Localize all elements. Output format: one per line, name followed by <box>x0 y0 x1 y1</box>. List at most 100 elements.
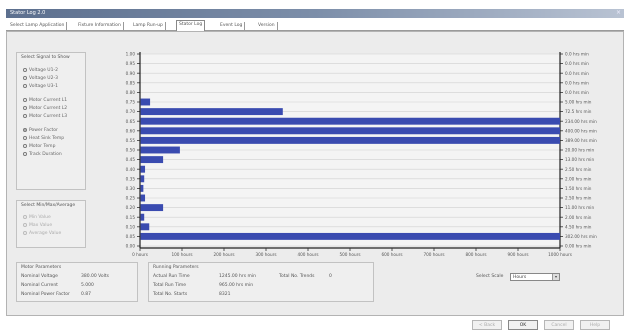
tab-fixture-information[interactable]: Fixture Information <box>76 22 124 31</box>
y-tick-label: 0.25 <box>126 196 136 201</box>
running-params-group: Running Parameters Actual Run Time 1245.… <box>148 262 374 302</box>
bar <box>140 156 164 164</box>
y-tick-label: 0.65 <box>126 119 136 124</box>
radio-label: Motor Current L2 <box>29 105 68 111</box>
actual-run-time-label: Actual Run Time <box>153 274 190 279</box>
right-value-label: 0.0 hrs min <box>565 80 589 85</box>
radio-icon <box>23 223 27 227</box>
cancel-button[interactable]: Cancel <box>544 320 574 330</box>
radio-motor-temp[interactable]: Motor Temp <box>23 143 55 149</box>
ok-button[interactable]: OK <box>508 320 538 330</box>
right-value-label: 0.0 hrs min <box>565 71 589 76</box>
y-tick-label: 0.30 <box>126 186 136 191</box>
bar <box>140 184 144 192</box>
bar <box>140 194 146 202</box>
right-value-label: 302.00 hrs min <box>565 234 597 239</box>
y-tick-label: 0.60 <box>126 128 136 133</box>
right-value-label: 4.50 hrs min <box>565 224 592 229</box>
y-tick-label: 0.45 <box>126 157 136 162</box>
radio-label: Motor Current L3 <box>29 113 68 119</box>
right-value-label: 13.00 hrs min <box>565 157 594 162</box>
radio-label: Motor Temp <box>29 143 56 149</box>
tab-event-log[interactable]: Event Log <box>218 22 246 31</box>
y-tick-label: 0.55 <box>126 138 136 143</box>
radio-motor-current-l1[interactable]: Motor Current L1 <box>23 97 67 103</box>
bar <box>140 223 150 231</box>
nominal-voltage-label: Nominal Voltage <box>21 274 58 279</box>
help-button[interactable]: Help <box>580 320 610 330</box>
radio-icon <box>23 68 27 72</box>
running-params-title: Running Parameters <box>153 265 199 270</box>
right-value-label: 2.50 hrs min <box>565 167 592 172</box>
period-select-group: Select Min/Max/Average Min Value Max Val… <box>16 200 86 248</box>
radio-icon <box>23 84 27 88</box>
radio-icon <box>23 106 27 110</box>
x-tick-label: 500 hours <box>339 252 360 257</box>
period-group-title: Select Min/Max/Average <box>21 203 76 208</box>
radio-icon <box>23 215 27 219</box>
x-tick-label: 400 hours <box>297 252 318 257</box>
nominal-voltage-value: 380.00 Volts <box>81 274 110 279</box>
y-tick-label: 0.35 <box>126 176 136 181</box>
motor-params-group: Motor Parameters Nominal Voltage 380.00 … <box>16 262 138 302</box>
scale-value: Hours <box>513 275 527 280</box>
x-tick-label: 700 hours <box>423 252 444 257</box>
right-value-label: 234.00 hrs min <box>565 119 597 124</box>
motor-params-title: Motor Parameters <box>21 265 62 270</box>
total-run-time-value: 965.00 hrs min <box>219 283 254 288</box>
signal-group-title: Select Signal to Show <box>21 55 70 60</box>
bar <box>140 98 151 106</box>
scale-dropdown[interactable]: Hours ▾ <box>510 273 560 281</box>
footer-bar: < Back OK Cancel Help <box>6 318 624 331</box>
tab-lamp-run-up[interactable]: Lamp Run-up <box>131 22 166 31</box>
nominal-current-label: Nominal Current <box>21 283 58 288</box>
radio-icon <box>23 144 27 148</box>
radio-checked-icon <box>23 128 27 132</box>
right-value-label: 20.00 hrs min <box>565 148 594 153</box>
y-tick-label: 0.80 <box>126 90 136 95</box>
radio-icon <box>23 152 27 156</box>
radio-heat-sink-temp[interactable]: Heat Sink Temp <box>23 135 64 141</box>
radio-max-value[interactable]: Max Value <box>23 222 52 228</box>
radio-icon <box>23 114 27 118</box>
radio-label: Voltage U2-3 <box>29 75 58 81</box>
radio-power-factor[interactable]: Power Factor <box>23 127 58 133</box>
radio-label: Heat Sink Temp <box>29 135 65 141</box>
radio-track-duration[interactable]: Track Duration <box>23 151 62 157</box>
y-tick-label: 1.00 <box>126 52 136 57</box>
radio-label: Average Value <box>29 230 62 236</box>
application-window: Stator Log 2.0 × Select Lamp Application… <box>0 0 628 331</box>
right-value-label: 11.00 hrs min <box>565 205 594 210</box>
back-button[interactable]: < Back <box>472 320 502 330</box>
chevron-down-icon[interactable]: ▾ <box>552 274 559 280</box>
radio-label: Voltage U3-1 <box>29 83 58 89</box>
total-trends-label: Total No. Trends <box>279 274 315 279</box>
y-tick-label: 0.70 <box>126 109 136 114</box>
right-value-label: 389.00 hrs min <box>565 138 597 143</box>
tab-select-lamp-application[interactable]: Select Lamp Application <box>8 22 68 31</box>
bar <box>140 232 560 240</box>
radio-voltage-u1-2[interactable]: Voltage U1-2 <box>23 67 58 73</box>
radio-average-value[interactable]: Average Value <box>23 230 61 236</box>
tab-strip: Select Lamp Application Fixture Informat… <box>6 20 624 31</box>
right-value-label: 400.00 hrs min <box>565 128 597 133</box>
histogram-chart: 1.00 0.0 hrs min 0.95 0.0 hrs min 0.90 0.0 hr… <box>126 52 597 257</box>
total-starts-label: Total No. Starts <box>153 292 188 297</box>
total-trends-value: 0 <box>329 274 332 279</box>
radio-min-value[interactable]: Min Value <box>23 214 51 220</box>
bar <box>140 146 180 154</box>
radio-voltage-u3-1[interactable]: Voltage U3-1 <box>23 83 58 89</box>
nominal-current-value: 5.000 <box>81 283 94 288</box>
title-bar[interactable]: Stator Log 2.0 × <box>6 9 624 18</box>
tab-version[interactable]: Version <box>256 22 278 31</box>
x-tick-label: 200 hours <box>213 252 234 257</box>
radio-motor-current-l3[interactable]: Motor Current L3 <box>23 113 67 119</box>
radio-motor-current-l2[interactable]: Motor Current L2 <box>23 105 67 111</box>
tab-stator-log[interactable]: Stator Log <box>176 20 206 31</box>
right-value-label: 0.00 hrs min <box>565 244 592 249</box>
radio-voltage-u2-3[interactable]: Voltage U2-3 <box>23 75 58 81</box>
right-value-label: 0.0 hrs min <box>565 52 589 57</box>
y-tick-label: 0.05 <box>126 234 136 239</box>
x-tick-label: 300 hours <box>255 252 276 257</box>
close-icon[interactable]: × <box>616 9 621 16</box>
